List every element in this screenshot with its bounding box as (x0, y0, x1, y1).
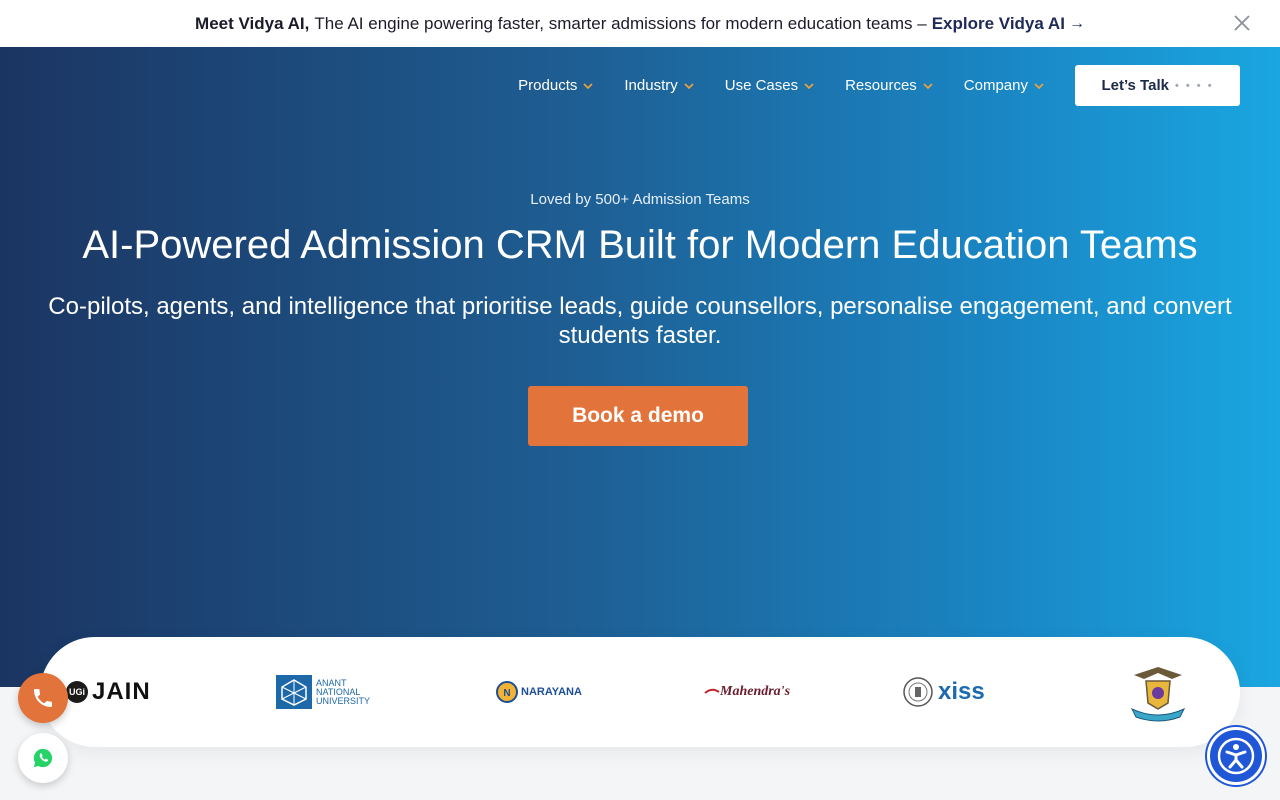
whatsapp-button[interactable] (18, 733, 68, 783)
announcement-text: The AI engine powering faster, smarter a… (314, 13, 927, 33)
jain-logo: UGi JAIN (66, 637, 151, 747)
nav-item-industry[interactable]: Industry (624, 77, 694, 94)
hero-section: Products Industry Use Cases Resources Co… (0, 47, 1280, 687)
nav-item-resources[interactable]: Resources (845, 77, 934, 94)
mahendras-logo: Mahendra's (704, 637, 790, 747)
mahendras-name: Mahendra's (720, 684, 791, 699)
jain-name: JAIN (92, 678, 151, 705)
narayana-emblem-icon: N (496, 681, 518, 703)
main-nav: Products Industry Use Cases Resources Co… (518, 65, 1240, 106)
call-button[interactable] (18, 673, 68, 723)
close-icon[interactable] (1232, 13, 1252, 33)
nav-item-label: Company (963, 77, 1028, 94)
announcement-link[interactable]: Explore Vidya AI (932, 14, 1065, 34)
hero-subtitle: Co-pilots, agents, and intelligence that… (48, 293, 1232, 349)
loading-dots: • • • • (1174, 79, 1214, 92)
nav-item-label: Industry (624, 77, 678, 94)
lets-talk-button[interactable]: Let’s Talk • • • • (1075, 65, 1240, 106)
svg-text:N: N (503, 688, 510, 699)
xiss-seal-icon (903, 677, 933, 707)
hero-title: AI-Powered Admission CRM Built for Moder… (82, 223, 1198, 267)
accessibility-button[interactable] (1207, 727, 1265, 785)
university-crest-icon (1130, 667, 1186, 722)
jain-badge: UGi (66, 681, 88, 703)
chevron-down-icon (1034, 82, 1044, 89)
nav-item-label: Use Cases (724, 77, 799, 94)
chevron-down-icon (583, 82, 593, 89)
nav-item-label: Products (518, 77, 578, 94)
nav-item-use-cases[interactable]: Use Cases (725, 77, 815, 94)
announcement-bar: Meet Vidya AI, The AI engine powering fa… (0, 0, 1280, 47)
chevron-down-icon (684, 82, 694, 89)
phone-icon (34, 689, 52, 707)
nav-item-company[interactable]: Company (964, 77, 1045, 94)
lets-talk-label: Let’s Talk (1101, 77, 1169, 94)
whatsapp-icon (33, 748, 53, 768)
xiss-logo: xiss (902, 637, 985, 747)
xiss-name: xiss (938, 678, 985, 705)
narayana-name: NARAYANA (521, 686, 582, 698)
book-demo-button[interactable]: Book a demo (528, 386, 748, 446)
nav-item-products[interactable]: Products (518, 77, 594, 94)
anant-line3: UNIVERSITY (316, 695, 371, 706)
chevron-down-icon (923, 82, 933, 89)
chevron-down-icon (804, 82, 814, 89)
accessibility-icon (1217, 737, 1255, 775)
client-logos-strip: UGi JAIN ANANT NATIONAL UNIVERSITY N NAR… (40, 637, 1240, 747)
narayana-logo: N NARAYANA (496, 637, 582, 747)
mahendras-swoosh-icon (704, 688, 720, 694)
hero-eyebrow: Loved by 500+ Admission Teams (530, 191, 750, 208)
nav-item-label: Resources (845, 77, 917, 94)
anant-emblem-icon (276, 675, 312, 709)
announcement-lead: Meet Vidya AI, (195, 13, 310, 33)
announcement-arrow[interactable]: → (1069, 15, 1085, 33)
university-crest-logo (1128, 637, 1188, 747)
anant-logo: ANANT NATIONAL UNIVERSITY (276, 637, 370, 747)
